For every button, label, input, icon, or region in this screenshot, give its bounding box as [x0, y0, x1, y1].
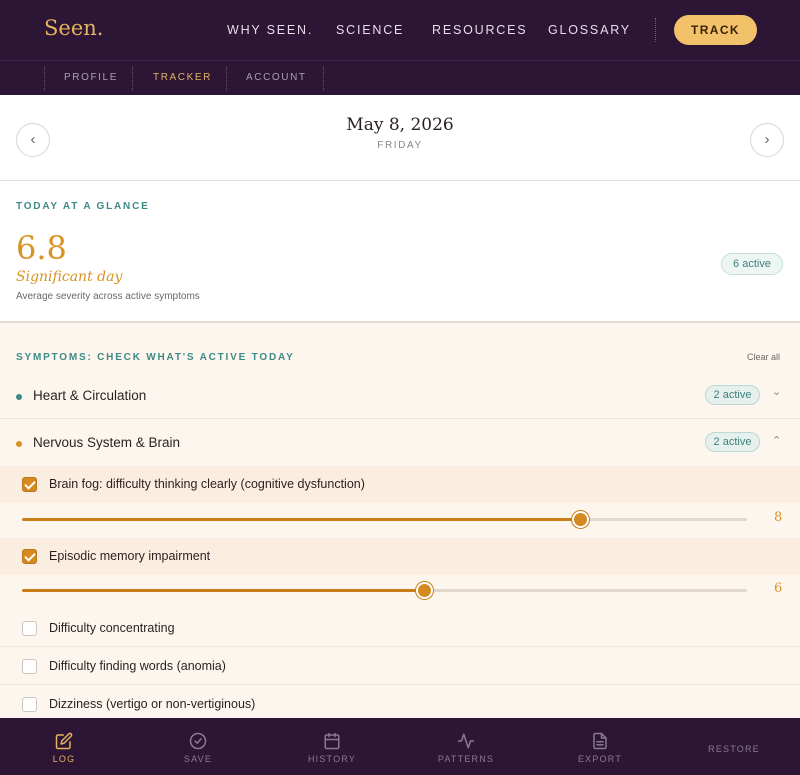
tab-label: HISTORY: [307, 754, 357, 764]
brand-logo[interactable]: Seen.: [44, 16, 103, 40]
nav-link-resources[interactable]: RESOURCES: [432, 23, 527, 37]
subnav-tab-account[interactable]: ACCOUNT: [246, 72, 307, 83]
subnav-divider: [44, 67, 45, 91]
symptom-row[interactable]: Difficulty concentrating: [0, 610, 800, 647]
today-at-a-glance-card: TODAY AT A GLANCE 6.8 Significant day Av…: [0, 181, 800, 323]
category-name: Heart & Circulation: [33, 388, 147, 403]
severity-slider-row: 6: [0, 572, 800, 608]
severity-slider-handle[interactable]: [572, 511, 590, 528]
symptom-checkbox[interactable]: [22, 621, 37, 636]
severity-slider-handle[interactable]: [416, 582, 434, 599]
check-circle-icon: [189, 732, 207, 750]
chevron-right-icon: ›: [764, 131, 770, 148]
symptom-checkbox[interactable]: [22, 549, 37, 564]
symptom-name: Episodic memory impairment: [49, 549, 211, 563]
category-dot: [16, 394, 22, 400]
bottom-tab-bar: LOG SAVE HISTORY PATTERNS EXPORT RESTORE: [0, 718, 800, 775]
symptom-name: Brain fog: difficulty thinking clearly (…: [49, 477, 365, 491]
date-header: ‹ May 8, 2026 FRIDAY ›: [0, 95, 800, 181]
tab-label: SAVE: [183, 754, 213, 764]
nav-link-why-seen[interactable]: WHY SEEN.: [227, 23, 313, 37]
next-day-button[interactable]: ›: [750, 123, 784, 157]
tab-label: LOG: [52, 754, 76, 764]
severity-description: Average severity across active symptoms: [16, 291, 200, 302]
symptom-checkbox[interactable]: [22, 697, 37, 712]
symptom-row[interactable]: Brain fog: difficulty thinking clearly (…: [0, 466, 800, 503]
calendar-icon: [324, 732, 340, 750]
sub-navbar: PROFILE TRACKER ACCOUNT: [0, 60, 800, 95]
chevron-up-icon[interactable]: ⌃: [772, 434, 781, 447]
activity-icon: [457, 733, 475, 749]
clear-all-button[interactable]: Clear all: [747, 352, 780, 362]
symptom-name: Difficulty finding words (anomia): [49, 659, 226, 673]
symptoms-heading: SYMPTOMS: CHECK WHAT'S ACTIVE TODAY: [16, 352, 295, 363]
severity-score: 6.8: [16, 229, 67, 267]
category-row-heart-circulation[interactable]: Heart & Circulation 2 active ⌄: [0, 373, 800, 419]
symptom-checkbox[interactable]: [22, 659, 37, 674]
severity-slider-row: 8: [0, 501, 800, 537]
subnav-tab-profile[interactable]: PROFILE: [64, 72, 118, 83]
glance-heading: TODAY AT A GLANCE: [16, 201, 150, 212]
symptom-row[interactable]: Episodic memory impairment: [0, 538, 800, 575]
symptom-name: Dizziness (vertigo or non-vertiginous): [49, 697, 256, 711]
subnav-divider: [323, 67, 324, 91]
symptom-name: Difficulty concentrating: [49, 621, 175, 635]
document-icon: [593, 732, 607, 750]
category-row-nervous-system[interactable]: Nervous System & Brain 2 active ⌃: [0, 420, 800, 466]
category-active-badge: 2 active: [705, 432, 760, 452]
severity-slider[interactable]: [22, 511, 747, 528]
top-navbar: Seen. WHY SEEN. SCIENCE RESOURCES GLOSSA…: [0, 0, 800, 60]
category-dot: [16, 441, 22, 447]
current-date: May 8, 2026: [346, 115, 454, 135]
severity-slider[interactable]: [22, 582, 747, 599]
tab-label: RESTORE: [708, 744, 760, 754]
current-weekday: FRIDAY: [377, 140, 423, 151]
nav-divider: [655, 18, 656, 42]
tab-log[interactable]: LOG: [24, 718, 104, 775]
severity-slider-fill: [22, 518, 581, 521]
tab-label: EXPORT: [577, 754, 623, 764]
category-active-badge: 2 active: [705, 385, 760, 405]
severity-value: 6: [774, 581, 783, 596]
severity-value: 8: [774, 510, 783, 525]
nav-link-science[interactable]: SCIENCE: [336, 23, 404, 37]
category-name: Nervous System & Brain: [33, 435, 181, 450]
tab-restore[interactable]: RESTORE: [694, 718, 774, 775]
tab-history[interactable]: HISTORY: [292, 718, 372, 775]
symptom-checkbox[interactable]: [22, 477, 37, 492]
edit-icon: [55, 732, 73, 750]
severity-slider-fill: [22, 589, 425, 592]
tab-label: PATTERNS: [437, 754, 495, 764]
nav-link-glossary[interactable]: GLOSSARY: [548, 23, 631, 37]
severity-label: Significant day: [16, 269, 123, 285]
tab-patterns[interactable]: PATTERNS: [426, 718, 506, 775]
subnav-divider: [226, 67, 227, 91]
chevron-down-icon[interactable]: ⌄: [772, 385, 781, 398]
subnav-tab-tracker[interactable]: TRACKER: [153, 72, 212, 83]
active-count-badge: 6 active: [721, 253, 783, 275]
tab-save[interactable]: SAVE: [158, 718, 238, 775]
tab-export[interactable]: EXPORT: [560, 718, 640, 775]
symptom-row[interactable]: Difficulty finding words (anomia): [0, 648, 800, 685]
track-button[interactable]: TRACK: [674, 15, 757, 45]
subnav-divider: [132, 67, 133, 91]
